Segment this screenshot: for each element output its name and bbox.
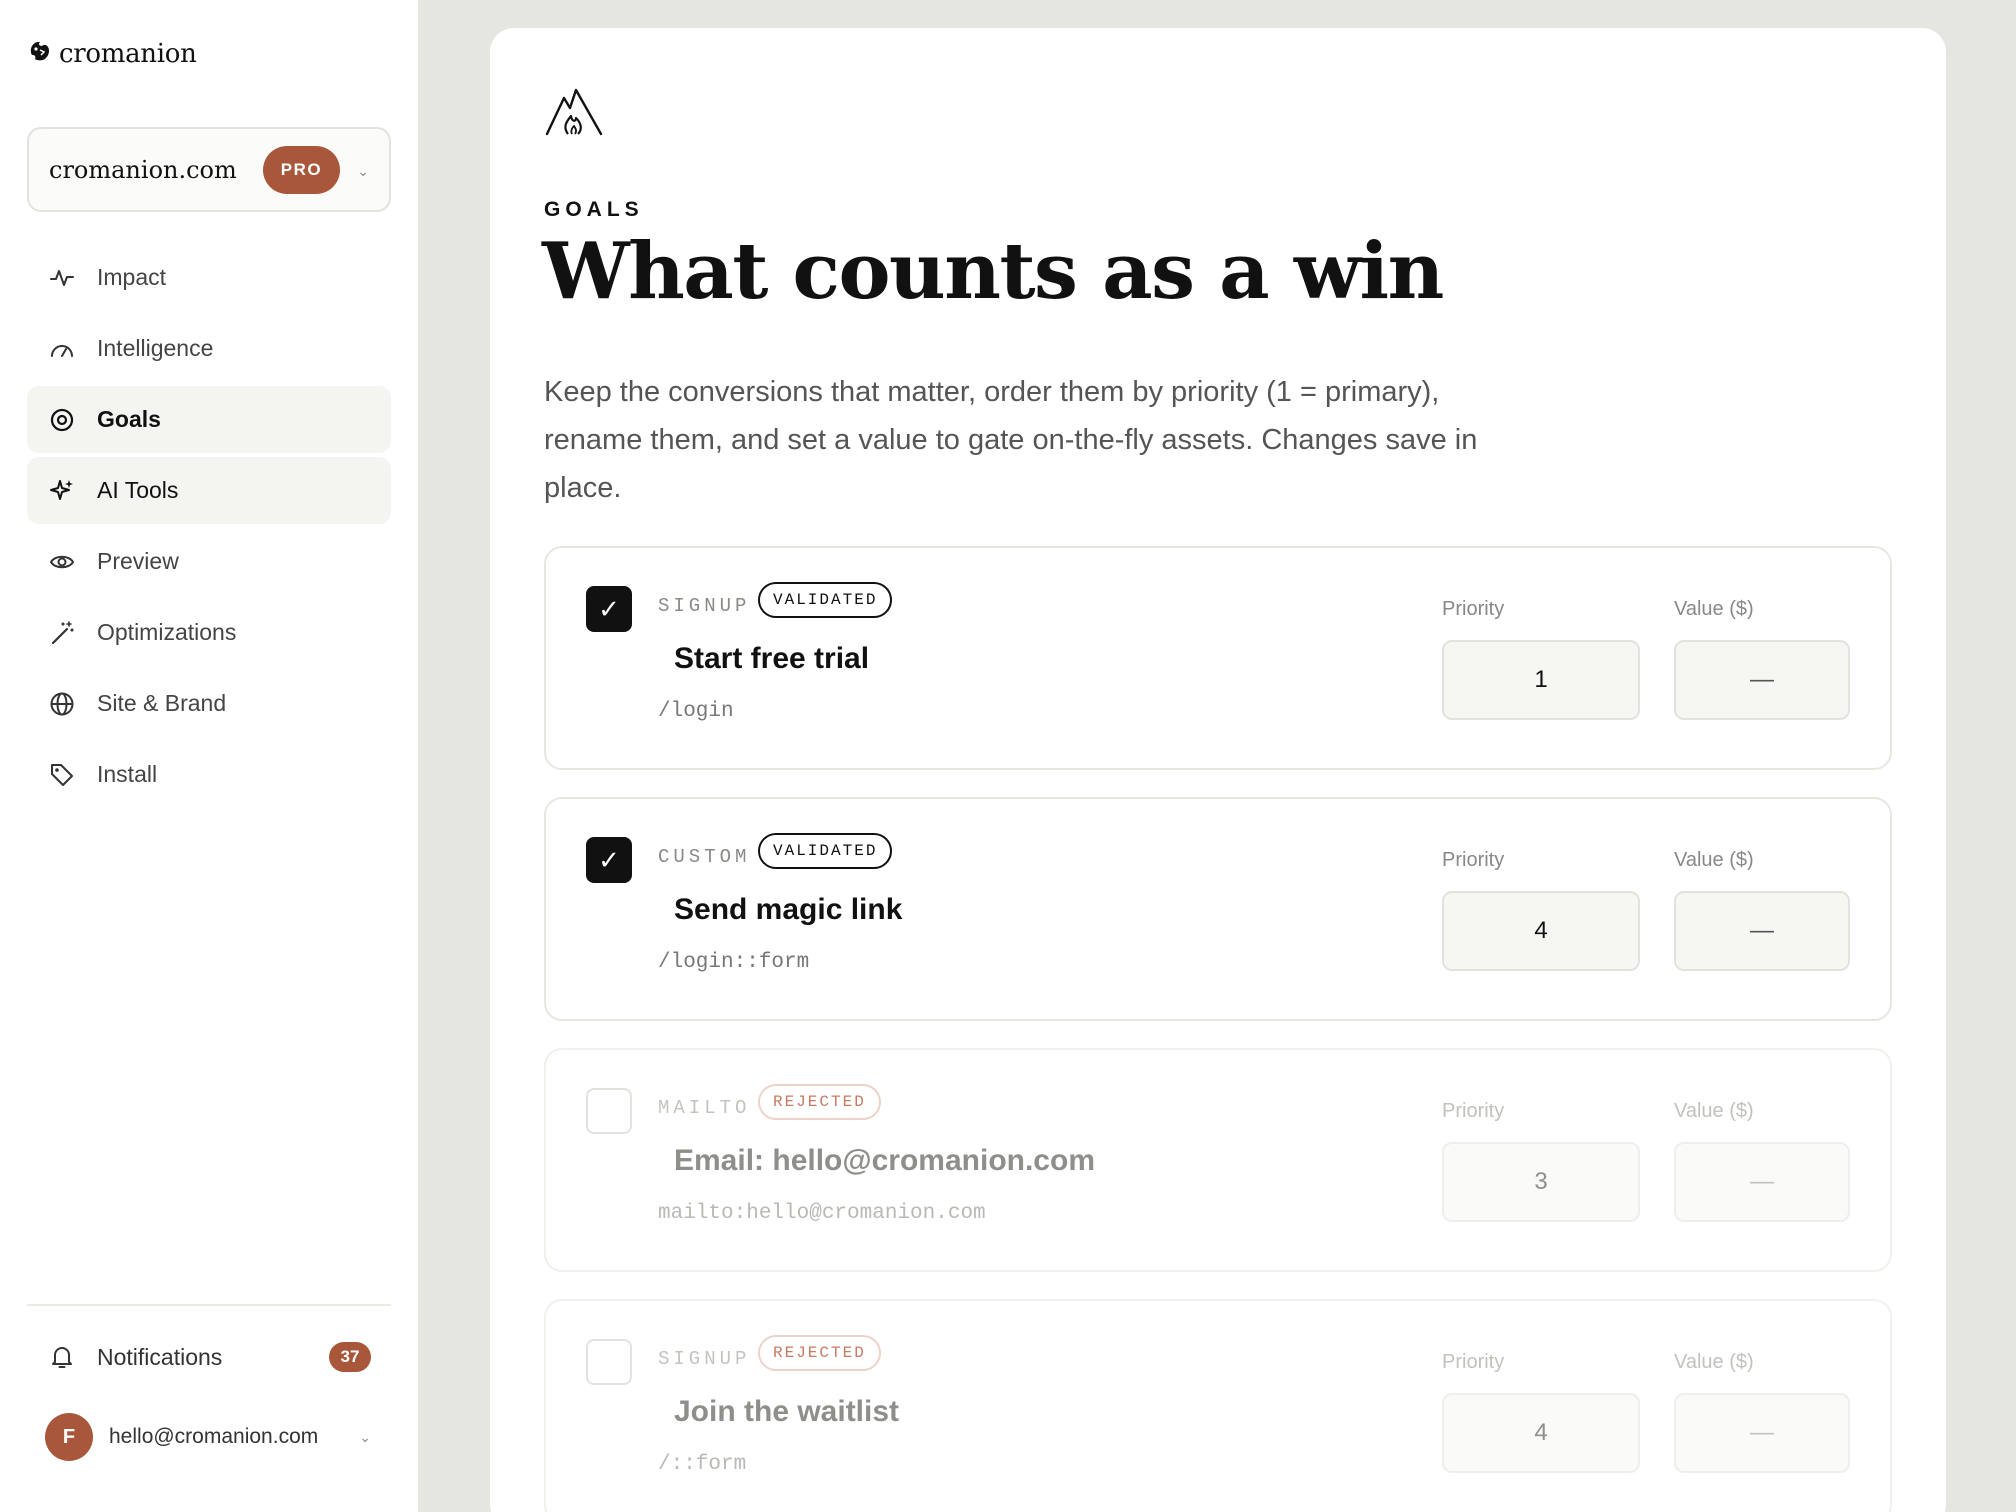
sidebar-item-label: Goals <box>97 406 161 432</box>
priority-label: Priority <box>1442 1351 1505 1373</box>
goal-enabled-checkbox[interactable] <box>586 1339 632 1385</box>
sidebar-item-impact[interactable]: Impact <box>27 244 391 311</box>
priority-input[interactable]: 1 <box>1442 640 1640 720</box>
plan-badge: PRO <box>262 145 341 194</box>
goal-path: /login::form <box>658 951 810 974</box>
page-description: Keep the conversions that matter, order … <box>544 376 1478 504</box>
notifications-count-badge: 37 <box>329 1342 371 1372</box>
sidebar-item-ai-tools[interactable]: AI Tools <box>27 457 391 524</box>
value-label: Value ($) <box>1674 1100 1754 1122</box>
goal-name[interactable]: Email: hello@cromanion.com <box>674 1144 1095 1178</box>
page-eyebrow: GOALS <box>544 198 644 221</box>
bell-icon <box>49 1344 75 1370</box>
checkmark-icon: ✓ <box>598 844 620 875</box>
priority-input[interactable]: 4 <box>1442 891 1640 971</box>
goal-type: SIGNUP <box>658 595 751 617</box>
brand[interactable]: cromanion <box>27 38 197 69</box>
priority-input[interactable]: 3 <box>1442 1142 1640 1222</box>
value-input[interactable]: — <box>1674 1393 1850 1473</box>
status-badge: REJECTED <box>758 1335 881 1371</box>
workspace-name: cromanion.com <box>49 155 237 184</box>
sidebar-item-label: Intelligence <box>97 335 214 361</box>
magic-wand-icon <box>49 620 75 646</box>
sidebar-item-preview[interactable]: Preview <box>27 528 391 595</box>
priority-label: Priority <box>1442 849 1505 871</box>
gauge-icon <box>49 336 75 362</box>
notifications-button[interactable]: Notifications 37 <box>27 1322 391 1392</box>
sidebar: cromanion cromanion.com PRO ⌄ Impact Int… <box>0 0 418 1512</box>
value-label: Value ($) <box>1674 849 1754 871</box>
status-badge: REJECTED <box>758 1084 881 1120</box>
goal-list: ✓ SIGNUP VALIDATED Start free trial /log… <box>544 546 1892 1512</box>
status-badge: VALIDATED <box>758 833 893 869</box>
status-badge: VALIDATED <box>758 582 893 618</box>
goal-name[interactable]: Start free trial <box>674 642 869 676</box>
priority-label: Priority <box>1442 1100 1505 1122</box>
sidebar-item-optimizations[interactable]: Optimizations <box>27 599 391 666</box>
sidebar-item-label: Site & Brand <box>97 690 227 716</box>
goal-type: MAILTO <box>658 1097 751 1119</box>
brand-name: cromanion <box>59 38 197 69</box>
goal-enabled-checkbox[interactable] <box>586 1088 632 1134</box>
value-label: Value ($) <box>1674 598 1754 620</box>
sparkles-icon <box>49 478 75 504</box>
goal-path: mailto:hello@cromanion.com <box>658 1202 986 1225</box>
mountain-flame-icon <box>544 82 604 143</box>
tag-icon <box>49 762 75 788</box>
goal-card: SIGNUP REJECTED Join the waitlist /::for… <box>544 1299 1892 1512</box>
goal-enabled-checkbox[interactable]: ✓ <box>586 837 632 883</box>
sidebar-item-intelligence[interactable]: Intelligence <box>27 315 391 382</box>
chevron-down-icon: ⌄ <box>359 1428 371 1445</box>
goal-path: /::form <box>658 1453 747 1476</box>
eye-icon <box>49 549 75 575</box>
sidebar-item-label: Optimizations <box>97 619 237 645</box>
target-icon <box>49 407 75 433</box>
avatar: F <box>45 1413 93 1461</box>
sidebar-item-goals[interactable]: Goals <box>27 386 391 453</box>
activity-icon <box>49 265 75 291</box>
checkmark-icon: ✓ <box>598 593 620 624</box>
goal-name[interactable]: Join the waitlist <box>674 1395 899 1429</box>
value-input[interactable]: — <box>1674 640 1850 720</box>
value-input[interactable]: — <box>1674 1142 1850 1222</box>
goal-card: ✓ SIGNUP VALIDATED Start free trial /log… <box>544 546 1892 770</box>
goal-path: /login <box>658 700 734 723</box>
chevron-down-icon: ⌄ <box>357 163 369 179</box>
sidebar-item-label: Impact <box>97 264 167 290</box>
goal-type: SIGNUP <box>658 1348 751 1370</box>
sidebar-item-label: Preview <box>97 548 179 574</box>
brand-logo-icon <box>27 38 53 69</box>
goal-card: ✓ CUSTOM VALIDATED Send magic link /logi… <box>544 797 1892 1021</box>
priority-input[interactable]: 4 <box>1442 1393 1640 1473</box>
goal-enabled-checkbox[interactable]: ✓ <box>586 586 632 632</box>
goal-card: MAILTO REJECTED Email: hello@cromanion.c… <box>544 1048 1892 1272</box>
account-email: hello@cromanion.com <box>109 1425 319 1448</box>
value-label: Value ($) <box>1674 1351 1754 1373</box>
sidebar-item-install[interactable]: Install <box>27 741 391 808</box>
sidebar-item-site-brand[interactable]: Site & Brand <box>27 670 391 737</box>
sidebar-nav: Impact Intelligence Goals AI Tools Previ… <box>27 244 391 812</box>
workspace-switcher[interactable]: cromanion.com PRO ⌄ <box>27 127 391 212</box>
page-title: What counts as a win <box>542 226 1444 317</box>
main-panel: GOALS What counts as a win Keep the conv… <box>490 28 1946 1512</box>
sidebar-divider <box>27 1304 391 1306</box>
notifications-label: Notifications <box>97 1343 223 1370</box>
globe-icon <box>49 691 75 717</box>
goal-name[interactable]: Send magic link <box>674 893 902 927</box>
priority-label: Priority <box>1442 598 1505 620</box>
account-menu[interactable]: F hello@cromanion.com ⌄ <box>27 1402 391 1472</box>
goal-type: CUSTOM <box>658 846 751 868</box>
value-input[interactable]: — <box>1674 891 1850 971</box>
sidebar-item-label: AI Tools <box>97 477 179 503</box>
sidebar-item-label: Install <box>97 761 158 787</box>
